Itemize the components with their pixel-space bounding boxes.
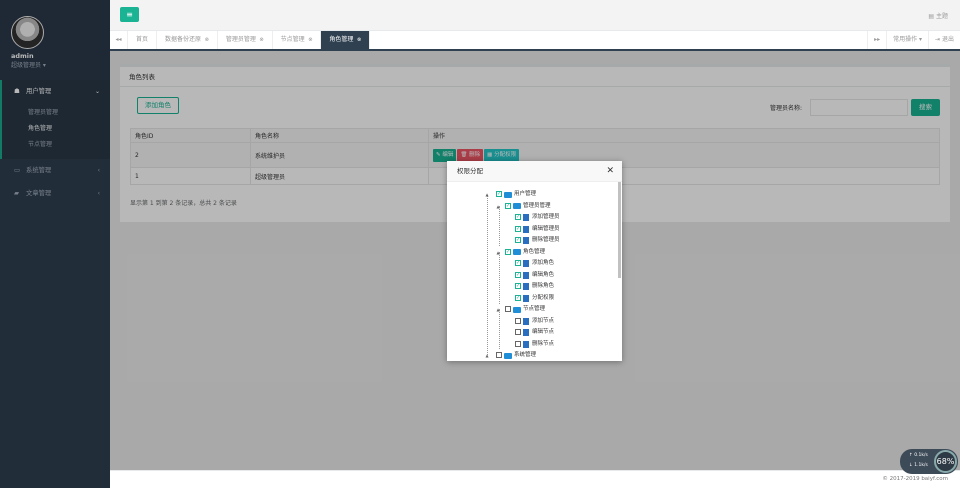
collapse-icon[interactable]: ▲: [484, 189, 490, 201]
modal-backdrop-sidebar: [0, 0, 110, 488]
file-icon: [523, 214, 529, 221]
tree-leaf[interactable]: ✓ 删除角色: [447, 281, 617, 293]
file-icon: [523, 317, 529, 325]
folder-icon: [513, 249, 521, 255]
checkbox-checked[interactable]: ✓: [515, 271, 521, 278]
close-icon[interactable]: ⊗: [258, 37, 263, 43]
tree-leaf[interactable]: 添加节点: [447, 316, 617, 328]
checkbox-checked[interactable]: ✓: [515, 214, 521, 220]
collapse-icon[interactable]: ▲: [484, 350, 490, 361]
file-icon: [523, 340, 529, 348]
folder-icon: [513, 203, 521, 209]
folder-icon: [513, 306, 521, 313]
tab-scroll-left-button[interactable]: ◂◂: [110, 31, 128, 49]
theme-icon: ▤: [928, 13, 935, 20]
common-ops-dropdown[interactable]: 常用操作 ▾: [886, 31, 928, 49]
tree-leaf[interactable]: ✓ 分配权限: [447, 293, 617, 305]
hamburger-icon: ≡: [126, 10, 133, 19]
file-icon: [523, 237, 529, 244]
tab-list: 首页 数据备份还原 ⊗ 管理员管理 ⊗ 节点管理 ⊗ 角色管理 ⊗: [128, 31, 371, 49]
tab-data-backup[interactable]: 数据备份还原 ⊗: [157, 31, 218, 49]
folder-icon: [504, 191, 512, 198]
file-icon: [523, 283, 529, 290]
checkbox-checked[interactable]: ✓: [505, 248, 511, 255]
tab-actions: ▸▸ 常用操作 ▾ ⇥ 退出: [867, 31, 960, 49]
checkbox-unchecked[interactable]: [496, 352, 502, 358]
copyright: © 2017-2019 baiyf.com: [882, 476, 948, 482]
logout-button[interactable]: ⇥ 退出: [928, 31, 960, 49]
tab-node-management[interactable]: 节点管理 ⊗: [273, 31, 322, 49]
tab-role-management[interactable]: 角色管理 ⊗: [321, 31, 371, 49]
close-icon[interactable]: ⊗: [307, 37, 312, 43]
theme-button[interactable]: ▤ 主题: [928, 11, 948, 20]
collapse-icon[interactable]: ▲: [495, 201, 501, 213]
file-icon: [523, 260, 529, 267]
checkbox-checked[interactable]: ✓: [515, 225, 521, 232]
tree-leaf[interactable]: 删除节点: [447, 339, 617, 351]
upload-speed: ↑ 0.1k/s: [909, 453, 928, 458]
tree-node-system-management[interactable]: ▲ 系统管理: [447, 350, 617, 361]
checkbox-unchecked[interactable]: [505, 306, 511, 312]
modal-title: 权限分配: [447, 161, 622, 182]
checkbox-unchecked[interactable]: [515, 340, 521, 347]
folder-icon: [504, 352, 512, 359]
tree-node-role-management[interactable]: ▲ ✓ 角色管理: [447, 247, 617, 259]
checkbox-checked[interactable]: ✓: [505, 202, 511, 209]
close-icon[interactable]: ⊗: [203, 37, 209, 43]
top-header: ≡ ▤ 主题: [110, 0, 960, 31]
checkbox-checked[interactable]: ✓: [515, 283, 521, 289]
tree-leaf[interactable]: ✓ 添加角色: [447, 258, 617, 270]
collapse-icon[interactable]: ▲: [495, 247, 501, 259]
checkbox-checked[interactable]: ✓: [515, 294, 521, 301]
modal-scrollbar[interactable]: [618, 182, 621, 278]
tab-admin-management[interactable]: 管理员管理 ⊗: [218, 31, 273, 49]
tree-leaf[interactable]: ✓ 删除管理员: [447, 235, 617, 247]
permission-modal: 权限分配 ✕ ▲ ✓ 用户管理 ▲ ✓ 管理员管理 ✓ 添加管理员 ✓ 编辑管理…: [447, 161, 622, 361]
logout-icon: ⇥: [935, 36, 941, 43]
permission-tree: ▲ ✓ 用户管理 ▲ ✓ 管理员管理 ✓ 添加管理员 ✓ 编辑管理员 ✓ 删除管…: [447, 189, 617, 361]
memory-percent: 68%: [934, 450, 957, 473]
tab-scroll-right-button[interactable]: ▸▸: [867, 31, 886, 49]
close-icon[interactable]: ⊗: [355, 37, 361, 43]
checkbox-unchecked[interactable]: [515, 317, 521, 324]
file-icon: [523, 271, 529, 279]
close-icon[interactable]: ✕: [606, 161, 614, 182]
tab-bar: ◂◂ 首页 数据备份还原 ⊗ 管理员管理 ⊗ 节点管理 ⊗ 角色管理 ⊗ ▸▸ …: [110, 31, 960, 51]
tree-leaf[interactable]: ✓ 编辑角色: [447, 270, 617, 282]
tab-home[interactable]: 首页: [128, 31, 158, 49]
footer: © 2017-2019 baiyf.com: [110, 470, 960, 488]
tree-leaf[interactable]: 编辑节点: [447, 327, 617, 339]
file-icon: [523, 294, 529, 302]
checkbox-checked[interactable]: ✓: [515, 237, 521, 243]
tree-leaf[interactable]: ✓ 编辑管理员: [447, 224, 617, 236]
file-icon: [523, 329, 529, 336]
tree-node-admin-management[interactable]: ▲ ✓ 管理员管理: [447, 201, 617, 213]
menu-toggle-button[interactable]: ≡: [120, 7, 139, 22]
tree-node-user-management[interactable]: ▲ ✓ 用户管理: [447, 189, 617, 201]
tree-leaf[interactable]: ✓ 添加管理员: [447, 212, 617, 224]
checkbox-checked[interactable]: ✓: [496, 191, 502, 197]
download-speed: ↓ 1.1k/s: [909, 463, 928, 468]
network-speed-widget[interactable]: ↑ 0.1k/s ↓ 1.1k/s 68%: [900, 449, 958, 474]
collapse-icon[interactable]: ▲: [495, 304, 501, 316]
tree-node-node-management[interactable]: ▲ 节点管理: [447, 304, 617, 316]
file-icon: [523, 225, 529, 233]
checkbox-checked[interactable]: ✓: [515, 260, 521, 266]
checkbox-unchecked[interactable]: [515, 329, 521, 335]
